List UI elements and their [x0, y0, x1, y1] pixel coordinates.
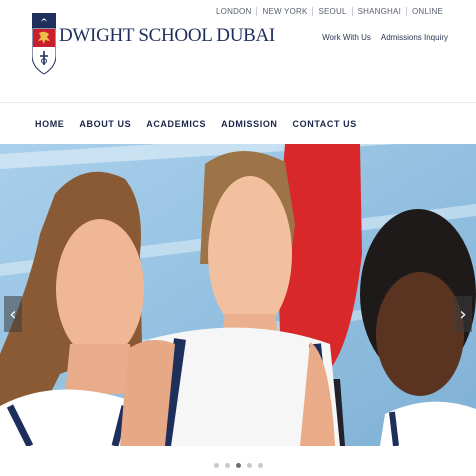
nav-item-academics[interactable]: ACADEMICS: [146, 119, 206, 129]
crest-icon: [32, 13, 56, 75]
hero-slide-image: [0, 144, 476, 446]
main-nav: HOME ABOUT US ACADEMICS ADMISSION CONTAC…: [0, 102, 476, 144]
carousel-next-button[interactable]: ›: [454, 296, 472, 332]
city-link-online[interactable]: ONLINE: [406, 7, 448, 16]
admissions-inquiry-link[interactable]: Admissions Inquiry: [381, 33, 448, 42]
carousel-dot-2[interactable]: [224, 463, 230, 468]
nav-item-contact-us[interactable]: CONTACT US: [293, 119, 357, 129]
work-with-us-link[interactable]: Work With Us: [322, 33, 371, 42]
carousel-dot-3[interactable]: [235, 463, 241, 468]
hero-carousel[interactable]: [0, 144, 476, 446]
carousel-dot-1[interactable]: [213, 463, 219, 468]
city-link-seoul[interactable]: SEOUL: [312, 7, 351, 16]
city-link-new-york[interactable]: NEW YORK: [256, 7, 312, 16]
city-link-london[interactable]: LONDON: [211, 7, 256, 16]
campus-city-links: LONDON NEW YORK SEOUL SHANGHAI ONLINE: [211, 7, 448, 16]
school-logo[interactable]: DWIGHT SCHOOL DUBAI: [32, 13, 275, 75]
carousel-dot-5[interactable]: [257, 463, 263, 468]
site-header: DWIGHT SCHOOL DUBAI LONDON NEW YORK SEOU…: [0, 0, 476, 102]
school-name[interactable]: DWIGHT SCHOOL DUBAI: [59, 25, 275, 47]
nav-item-admission[interactable]: ADMISSION: [221, 119, 277, 129]
utility-links: Work With Us Admissions Inquiry: [322, 33, 448, 42]
carousel-pagination: [0, 463, 476, 468]
nav-item-about-us[interactable]: ABOUT US: [79, 119, 131, 129]
city-link-shanghai[interactable]: SHANGHAI: [351, 7, 406, 16]
nav-item-home[interactable]: HOME: [35, 119, 64, 129]
carousel-prev-button[interactable]: ‹: [4, 296, 22, 332]
chevron-right-icon: ›: [459, 303, 467, 325]
carousel-dot-4[interactable]: [246, 463, 252, 468]
chevron-left-icon: ‹: [9, 303, 17, 325]
